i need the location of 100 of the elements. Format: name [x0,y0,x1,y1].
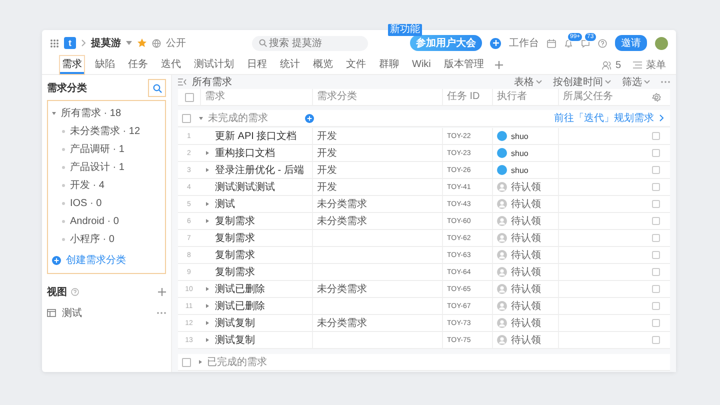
comment-icon[interactable] [652,319,660,327]
task-title[interactable]: 复制需求 [215,231,255,245]
task-title[interactable]: 测试已删除 [215,299,265,313]
project-name[interactable]: 提莫游 [91,36,121,50]
checkbox[interactable] [182,358,190,366]
member-count[interactable]: 5 [615,60,621,70]
tree-item[interactable]: 所有需求 · 18 [61,106,122,120]
expand-toggle-icon[interactable] [206,321,209,325]
group-title[interactable]: 未完成的需求 [208,111,290,125]
tree-item[interactable]: 开发 · 4 [70,178,104,192]
dropdown-option[interactable]: 按创建时间 [553,75,611,89]
nav-tab[interactable]: 版本管理 [442,56,486,74]
tree-item[interactable]: 小程序 · 0 [70,232,114,246]
add-button[interactable] [490,38,501,48]
nav-tab[interactable]: 任务 [126,56,150,74]
caret-icon[interactable] [126,41,132,45]
tree-item[interactable]: Android · 0 [70,216,119,226]
checkbox[interactable] [182,114,190,122]
tree-item[interactable]: 产品设计 · 1 [70,160,124,174]
nav-tab[interactable]: 日程 [245,56,269,74]
help-icon[interactable] [71,288,79,296]
create-category-link[interactable]: 创建需求分类 [66,253,126,267]
column-header[interactable]: 所属父任务 [558,89,646,105]
expand-toggle-icon[interactable] [206,304,209,308]
expand-toggle-icon[interactable] [206,168,209,172]
comment-icon[interactable] [652,217,660,225]
task-title[interactable]: 测试测试测试 [215,180,275,194]
comment-icon[interactable] [652,268,660,276]
chat-bubble-icon[interactable] [581,38,590,48]
task-title[interactable]: 测试已删除 [215,282,265,296]
dropdown-option[interactable]: 筛选 [622,75,650,89]
app-logo[interactable]: t [64,37,76,49]
task-title[interactable]: 复制需求 [215,265,255,279]
expand-toggle-icon[interactable] [199,116,203,120]
collapse-sidebar-icon[interactable] [178,78,187,86]
visibility-label[interactable]: 公开 [166,36,186,50]
nav-tab[interactable]: Wiki [410,56,433,74]
members-icon[interactable] [602,60,612,70]
menu-label[interactable]: 菜单 [646,58,666,72]
nav-tab[interactable]: 文件 [344,56,368,74]
star-icon[interactable] [137,38,147,48]
settings-icon[interactable] [652,92,660,102]
nav-tab[interactable]: 缺陷 [93,56,117,74]
search-field[interactable]: 搜索 提莫游 [252,36,368,50]
invite-button[interactable]: 邀请 [615,35,647,51]
expand-toggle-icon[interactable] [52,112,56,114]
search-button[interactable] [148,79,166,97]
help-icon[interactable] [598,38,607,48]
nav-tab[interactable]: 概览 [311,56,335,74]
nav-tab[interactable]: 测试计划 [192,56,236,74]
column-header[interactable]: 任务 ID [442,89,492,105]
group-title[interactable]: 已完成的需求 [207,355,289,369]
chevron-right-icon[interactable] [659,114,664,122]
bell-icon[interactable] [564,38,573,48]
nav-tab[interactable]: 迭代 [159,56,183,74]
user-avatar[interactable] [655,36,668,50]
add-tab-icon[interactable] [494,61,503,69]
expand-toggle-icon[interactable] [199,360,202,364]
comment-icon[interactable] [652,285,660,293]
task-title[interactable]: 复制需求 [215,214,255,228]
workbench-link[interactable]: 工作台 [509,36,539,50]
nav-tab[interactable]: 需求 [60,56,84,74]
checkbox[interactable] [184,92,194,102]
menu-icon[interactable] [633,61,642,69]
expand-toggle-icon[interactable] [206,202,209,206]
plan-iteration-link[interactable]: 前往「迭代」规划需求 [554,111,654,125]
column-header[interactable]: 执行者 [492,89,558,105]
comment-icon[interactable] [652,234,660,242]
calendar-icon[interactable] [547,38,556,48]
comment-icon[interactable] [652,166,660,174]
task-title[interactable]: 重构接口文档 [215,146,275,160]
view-item[interactable]: 测试 [62,306,82,320]
nav-tab[interactable]: 统计 [278,56,302,74]
task-title[interactable]: 更新 API 接口文档 [215,129,297,143]
comment-icon[interactable] [652,149,660,157]
expand-toggle-icon[interactable] [206,338,209,342]
comment-icon[interactable] [652,183,660,191]
comment-icon[interactable] [652,200,660,208]
comment-icon[interactable] [652,336,660,344]
column-header[interactable]: 需求 [200,89,312,105]
comment-icon[interactable] [652,302,660,310]
task-title[interactable]: 测试复制 [215,333,255,347]
comment-icon[interactable] [652,251,660,259]
tree-item[interactable]: 未分类需求 · 12 [70,124,140,138]
tree-item[interactable]: 产品调研 · 1 [70,142,124,156]
task-title[interactable]: 复制需求 [215,248,255,262]
add-circle-icon[interactable] [305,114,314,122]
comment-icon[interactable] [652,132,660,140]
dropdown-option[interactable]: 表格 [514,75,542,89]
grid-menu-icon[interactable] [50,38,59,48]
expand-toggle-icon[interactable] [206,151,209,155]
expand-toggle-icon[interactable] [206,287,209,291]
column-header[interactable]: 需求分类 [312,89,442,105]
expand-toggle-icon[interactable] [206,219,209,223]
task-title[interactable]: 登录注册优化 - 后端 [215,163,304,177]
tree-item[interactable]: IOS · 0 [70,198,102,208]
task-title[interactable]: 测试复制 [215,316,255,330]
task-title[interactable]: 测试 [215,197,235,211]
nav-tab[interactable]: 群聊 [377,56,401,74]
add-view-icon[interactable] [158,288,166,296]
